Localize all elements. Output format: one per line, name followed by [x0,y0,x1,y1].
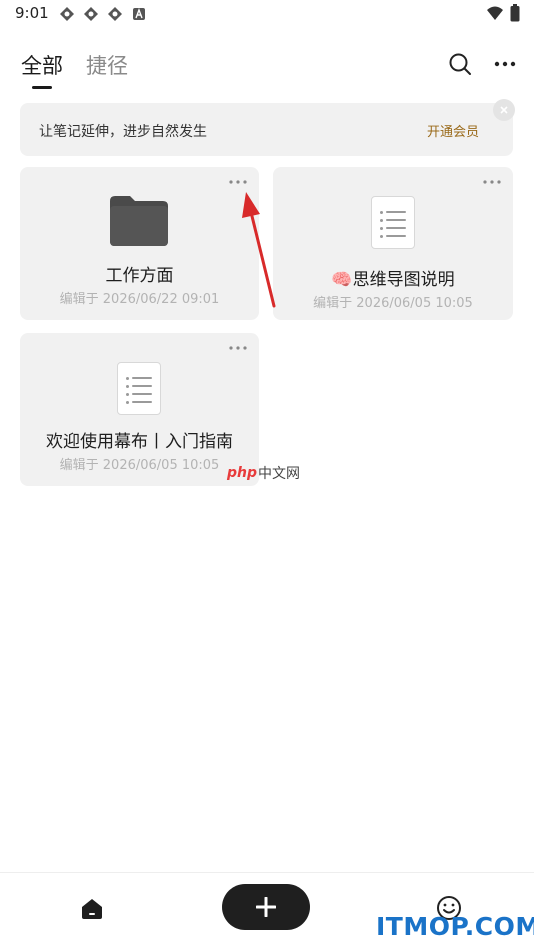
document-card[interactable]: 欢迎使用幕布丨入门指南 编辑于 2026/06/05 10:05 [20,333,259,486]
status-right-icons [486,4,520,26]
card-more-icon[interactable] [481,175,503,189]
wifi-icon [486,5,504,25]
upgrade-link[interactable]: 开通会员 [427,121,479,140]
battery-icon [510,4,520,26]
status-left-icons [58,5,148,23]
plus-icon [256,897,276,917]
close-icon[interactable] [493,99,515,121]
folder-card[interactable]: 工作方面 编辑于 2026/06/22 09:01 [20,167,259,320]
card-title: 工作方面 [105,266,174,286]
add-button[interactable] [222,884,310,930]
php-watermark-prefix: php [227,465,258,481]
home-icon[interactable] [78,895,106,923]
php-watermark: php 中文网 [227,463,300,483]
card-edited-time: 编辑于 2026/06/22 09:01 [59,292,220,307]
active-tab-indicator [32,86,52,89]
document-icon [117,362,161,415]
app-icon [106,5,124,23]
search-icon[interactable] [446,50,474,78]
document-icon [371,196,415,249]
card-more-icon[interactable] [227,341,249,355]
card-edited-time: 编辑于 2026/06/05 10:05 [313,296,473,311]
php-watermark-suffix: 中文网 [258,466,301,482]
app-icon [82,5,100,23]
card-title: 思维导图说明 [352,270,455,290]
app-icon [58,5,76,23]
tab-shortcuts[interactable]: 捷径 [86,50,128,80]
card-title: 欢迎使用幕布丨入门指南 [46,432,233,452]
more-icon[interactable] [491,50,519,78]
card-title-row: 🧠思维导图说明 [273,265,513,290]
card-edited-time: 编辑于 2026/06/05 10:05 [59,458,220,473]
annotation-arrow [242,192,276,308]
brain-icon: 🧠 [331,270,353,290]
mindmap-card[interactable]: 🧠思维导图说明 编辑于 2026/06/05 10:05 [273,167,513,320]
banner-text: 让笔记延伸，进步自然发生 [39,124,207,140]
status-bar: 9:01 [0,0,534,28]
folder-icon [110,196,168,246]
tab-all[interactable]: 全部 [21,50,63,80]
card-more-icon[interactable] [227,175,249,189]
membership-banner[interactable]: 让笔记延伸，进步自然发生 开通会员 [20,99,515,156]
status-time: 9:01 [15,4,49,22]
a-icon [130,5,148,23]
itmop-watermark: ITMOP.COM [376,912,534,941]
